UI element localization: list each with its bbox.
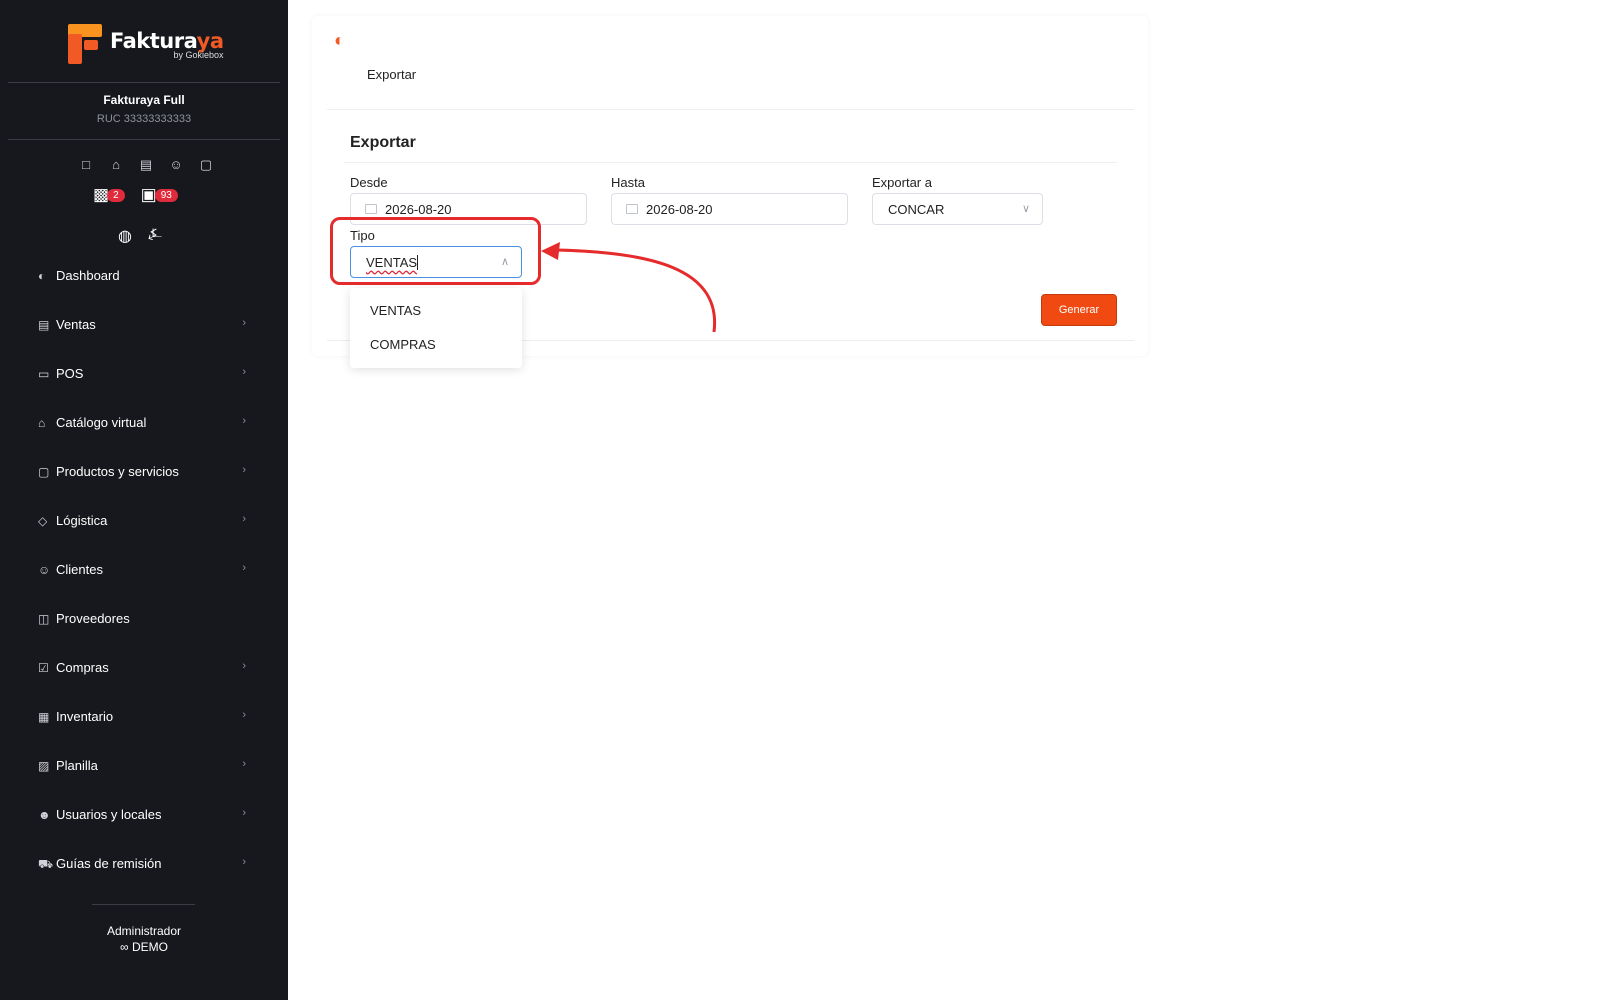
divider	[8, 139, 280, 140]
lock-icon[interactable]: ◍	[118, 226, 132, 246]
exportar-label: Exportar a	[872, 175, 932, 190]
exportar-select[interactable]: CONCAR ∨	[872, 193, 1043, 225]
boxes-count: 93	[154, 188, 178, 202]
sidebar-item-label: Inventario	[56, 709, 114, 724]
chevron-right-icon: ›	[242, 317, 246, 329]
sidebar-item-guias[interactable]: ⛟ Guías de remisión ›	[38, 856, 246, 905]
user-mode[interactable]: ∞ DEMO	[0, 940, 288, 954]
hasta-label: Hasta	[611, 175, 645, 190]
card-title: Exportar	[350, 134, 416, 151]
tipo-option-compras[interactable]: COMPRAS	[370, 337, 436, 352]
user-actions: ◍ ⍼	[118, 226, 162, 246]
sidebar-item-pos[interactable]: ▭ POS ›	[38, 366, 246, 415]
users-icon[interactable]: ☺	[166, 157, 186, 173]
chevron-right-icon: ›	[242, 415, 246, 427]
chevron-right-icon: ›	[242, 856, 246, 868]
tipo-option-ventas[interactable]: VENTAS	[370, 303, 421, 318]
sidebar-item-label: Catálogo virtual	[56, 415, 147, 430]
sidebar-item-planilla[interactable]: ▨ Planilla ›	[38, 758, 246, 807]
sidebar-item-label: POS	[56, 366, 84, 381]
user-group-icon: ☻	[38, 808, 51, 822]
box-icon[interactable]: ▢	[196, 157, 216, 173]
gauge-icon: ◐	[334, 30, 345, 50]
bag-icon: ☑	[38, 661, 49, 675]
notification-badges: ▩ 2 ▣ 93	[93, 185, 178, 205]
generar-button[interactable]: Generar	[1041, 294, 1117, 326]
sidebar-item-label: Planilla	[56, 758, 98, 773]
sidebar-item-clientes[interactable]: ☺ Clientes ›	[38, 562, 246, 611]
calendar-count: 2	[107, 188, 125, 202]
gauge-icon: ◐	[38, 269, 46, 283]
store-icon[interactable]: ⌂	[106, 157, 126, 173]
tag-icon: ◇	[38, 514, 48, 528]
sidebar: Fakturaya by Gokiebox Fakturaya Full RUC…	[0, 0, 288, 1000]
annotation-highlight-box	[330, 217, 541, 285]
box-icon: ▢	[38, 465, 50, 479]
sidebar-item-productos[interactable]: ▢ Productos y servicios ›	[38, 464, 246, 513]
chevron-right-icon: ›	[242, 464, 246, 476]
sidebar-item-label: Dashboard	[56, 268, 120, 283]
sidebar-menu: ◐ Dashboard ▤ Ventas › ▭ POS › ⌂ Catálog…	[38, 268, 246, 905]
sidebar-item-usuarios[interactable]: ☻ Usuarios y locales ›	[38, 807, 246, 856]
sidebar-item-label: Compras	[56, 660, 109, 675]
book-icon: ▦	[38, 710, 50, 724]
divider	[8, 82, 280, 83]
chevron-right-icon: ›	[242, 366, 246, 378]
calendar-icon	[365, 204, 377, 214]
chevron-right-icon: ›	[242, 660, 246, 672]
company-ruc: RUC 33333333333	[96, 113, 192, 125]
receipt-icon: ▤	[38, 318, 50, 332]
sidebar-item-inventario[interactable]: ▦ Inventario ›	[38, 709, 246, 758]
tipo-dropdown: VENTAS COMPRAS	[350, 288, 522, 368]
logo-mark-icon	[68, 24, 102, 64]
store-icon: ⌂	[38, 416, 46, 430]
divider	[92, 904, 195, 905]
sidebar-item-label: Ventas	[56, 317, 96, 332]
sidebar-item-label: Guías de remisión	[56, 856, 162, 871]
receipt-icon[interactable]: ▤	[136, 157, 156, 173]
briefcase-icon: ◫	[38, 612, 50, 626]
company-name: Fakturaya Full	[103, 93, 185, 107]
chevron-right-icon: ›	[242, 562, 246, 574]
sidebar-item-label: Productos y servicios	[56, 464, 179, 479]
calendar-badge[interactable]: ▩ 2	[93, 185, 125, 205]
hasta-value: 2026-08-20	[646, 201, 713, 217]
id-icon: ▨	[38, 759, 50, 773]
sidebar-item-label: Lógistica	[56, 513, 108, 528]
sidebar-item-label: Usuarios y locales	[56, 807, 162, 822]
sidebar-item-proveedores[interactable]: ◫ Proveedores	[38, 611, 246, 660]
chevron-right-icon: ›	[242, 709, 246, 721]
chevron-down-icon: ∨	[1021, 203, 1030, 215]
chevron-right-icon: ›	[242, 758, 246, 770]
chevron-right-icon: ›	[242, 807, 246, 819]
exportar-value: CONCAR	[888, 201, 945, 217]
hasta-date-input[interactable]: 2026-08-20	[611, 193, 848, 225]
sidebar-item-logistica[interactable]: ◇ Lógistica ›	[38, 513, 246, 562]
users-icon: ☺	[38, 563, 51, 577]
sidebar-item-label: Proveedores	[56, 611, 130, 626]
calendar-icon	[626, 204, 638, 214]
divider	[327, 109, 1134, 110]
brand-logo[interactable]: Fakturaya by Gokiebox	[68, 24, 224, 64]
breadcrumb: Exportar	[367, 67, 417, 82]
bell-icon[interactable]: ⍼	[148, 226, 162, 246]
sidebar-item-label: Clientes	[56, 562, 103, 577]
divider	[344, 162, 1117, 163]
user-role: Administrador	[106, 924, 182, 938]
boxes-badge[interactable]: ▣ 93	[141, 185, 178, 205]
chevron-right-icon: ›	[242, 513, 246, 525]
brand-name: Fakturaya	[110, 28, 224, 53]
sidebar-item-ventas[interactable]: ▤ Ventas ›	[38, 317, 246, 366]
monitor-icon: ▭	[38, 367, 50, 381]
desde-value: 2026-08-20	[385, 201, 452, 217]
quick-actions: □ ⌂ ▤ ☺ ▢	[76, 157, 216, 173]
desde-label: Desde	[350, 175, 388, 190]
file-icon[interactable]: □	[76, 157, 96, 173]
sidebar-item-catalogo[interactable]: ⌂ Catálogo virtual ›	[38, 415, 246, 464]
truck-icon: ⛟	[38, 857, 54, 871]
sidebar-item-compras[interactable]: ☑ Compras ›	[38, 660, 246, 709]
sidebar-item-dashboard[interactable]: ◐ Dashboard	[38, 268, 246, 317]
glasses-icon: ∞	[120, 940, 129, 954]
